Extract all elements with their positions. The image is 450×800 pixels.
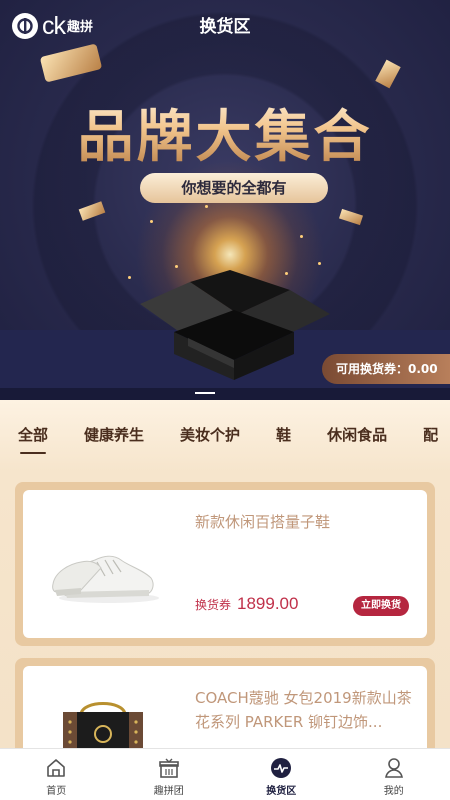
sneaker-icon	[52, 555, 159, 603]
carousel-indicator-active	[195, 392, 215, 394]
voucher-label: 可用换货券：	[336, 362, 409, 376]
nav-exchange-label: 换货区	[266, 786, 297, 797]
price-label: 换货券	[195, 598, 232, 612]
carousel-indicator	[195, 392, 255, 395]
tab-shoes[interactable]: 鞋	[276, 424, 291, 454]
banner-tagline: 你想要的全都有	[140, 173, 328, 203]
price-value: 1899.00	[237, 594, 299, 613]
promo-banner[interactable]: ck 趣拼 换货区 品牌大集合 你想要的全都有 可用换货券：0.00	[0, 0, 450, 400]
nav-group-buy[interactable]: 趣拼团	[113, 749, 226, 800]
nav-profile-label: 我的	[383, 786, 404, 797]
page-title: 换货区	[199, 17, 251, 37]
product-card[interactable]: COACH蔻驰 女包2019新款山茶花系列 PARKER 铆钉边饰...	[15, 658, 435, 748]
product-title: COACH蔻驰 女包2019新款山茶花系列 PARKER 铆钉边饰...	[195, 689, 412, 731]
nav-home[interactable]: 首页	[0, 749, 113, 800]
banner-headline: 品牌大集合	[0, 92, 450, 173]
tab-accessories[interactable]: 配	[423, 424, 438, 454]
bottom-nav: 首页 趣拼团 换货区 我的	[0, 748, 450, 800]
user-icon	[384, 758, 403, 778]
category-tabs: 全部 健康养生 美妆个护 鞋 休闲食品 配	[0, 400, 450, 472]
spark	[205, 205, 208, 208]
tab-health[interactable]: 健康养生	[84, 424, 144, 454]
voucher-balance[interactable]: 可用换货券：0.00	[322, 354, 450, 384]
nav-home-label: 首页	[46, 786, 67, 797]
tab-all[interactable]: 全部	[18, 424, 48, 454]
redeem-button[interactable]: 立即换货	[353, 596, 409, 616]
tab-snacks[interactable]: 休闲食品	[327, 424, 387, 454]
home-icon	[47, 759, 66, 777]
product-card[interactable]: 新款休闲百搭量子鞋 换货券 1899.00 立即换货	[15, 482, 435, 646]
nav-group-buy-label: 趣拼团	[153, 786, 184, 797]
gift-icon	[158, 758, 179, 778]
voucher-value: 0.00	[408, 362, 438, 376]
exchange-icon	[271, 758, 292, 778]
price-row: 换货券 1899.00	[195, 594, 298, 614]
nav-exchange[interactable]: 换货区	[225, 749, 338, 800]
spark	[150, 220, 153, 223]
gift-box-illustration	[140, 270, 330, 380]
product-title: 新款休闲百搭量子鞋	[195, 513, 331, 531]
tab-beauty[interactable]: 美妆个护	[180, 424, 240, 454]
handbag-icon	[63, 702, 143, 748]
nav-profile[interactable]: 我的	[338, 749, 450, 800]
product-list[interactable]: 新款休闲百搭量子鞋 换货券 1899.00 立即换货 COACH蔻驰 女包201…	[0, 472, 450, 748]
